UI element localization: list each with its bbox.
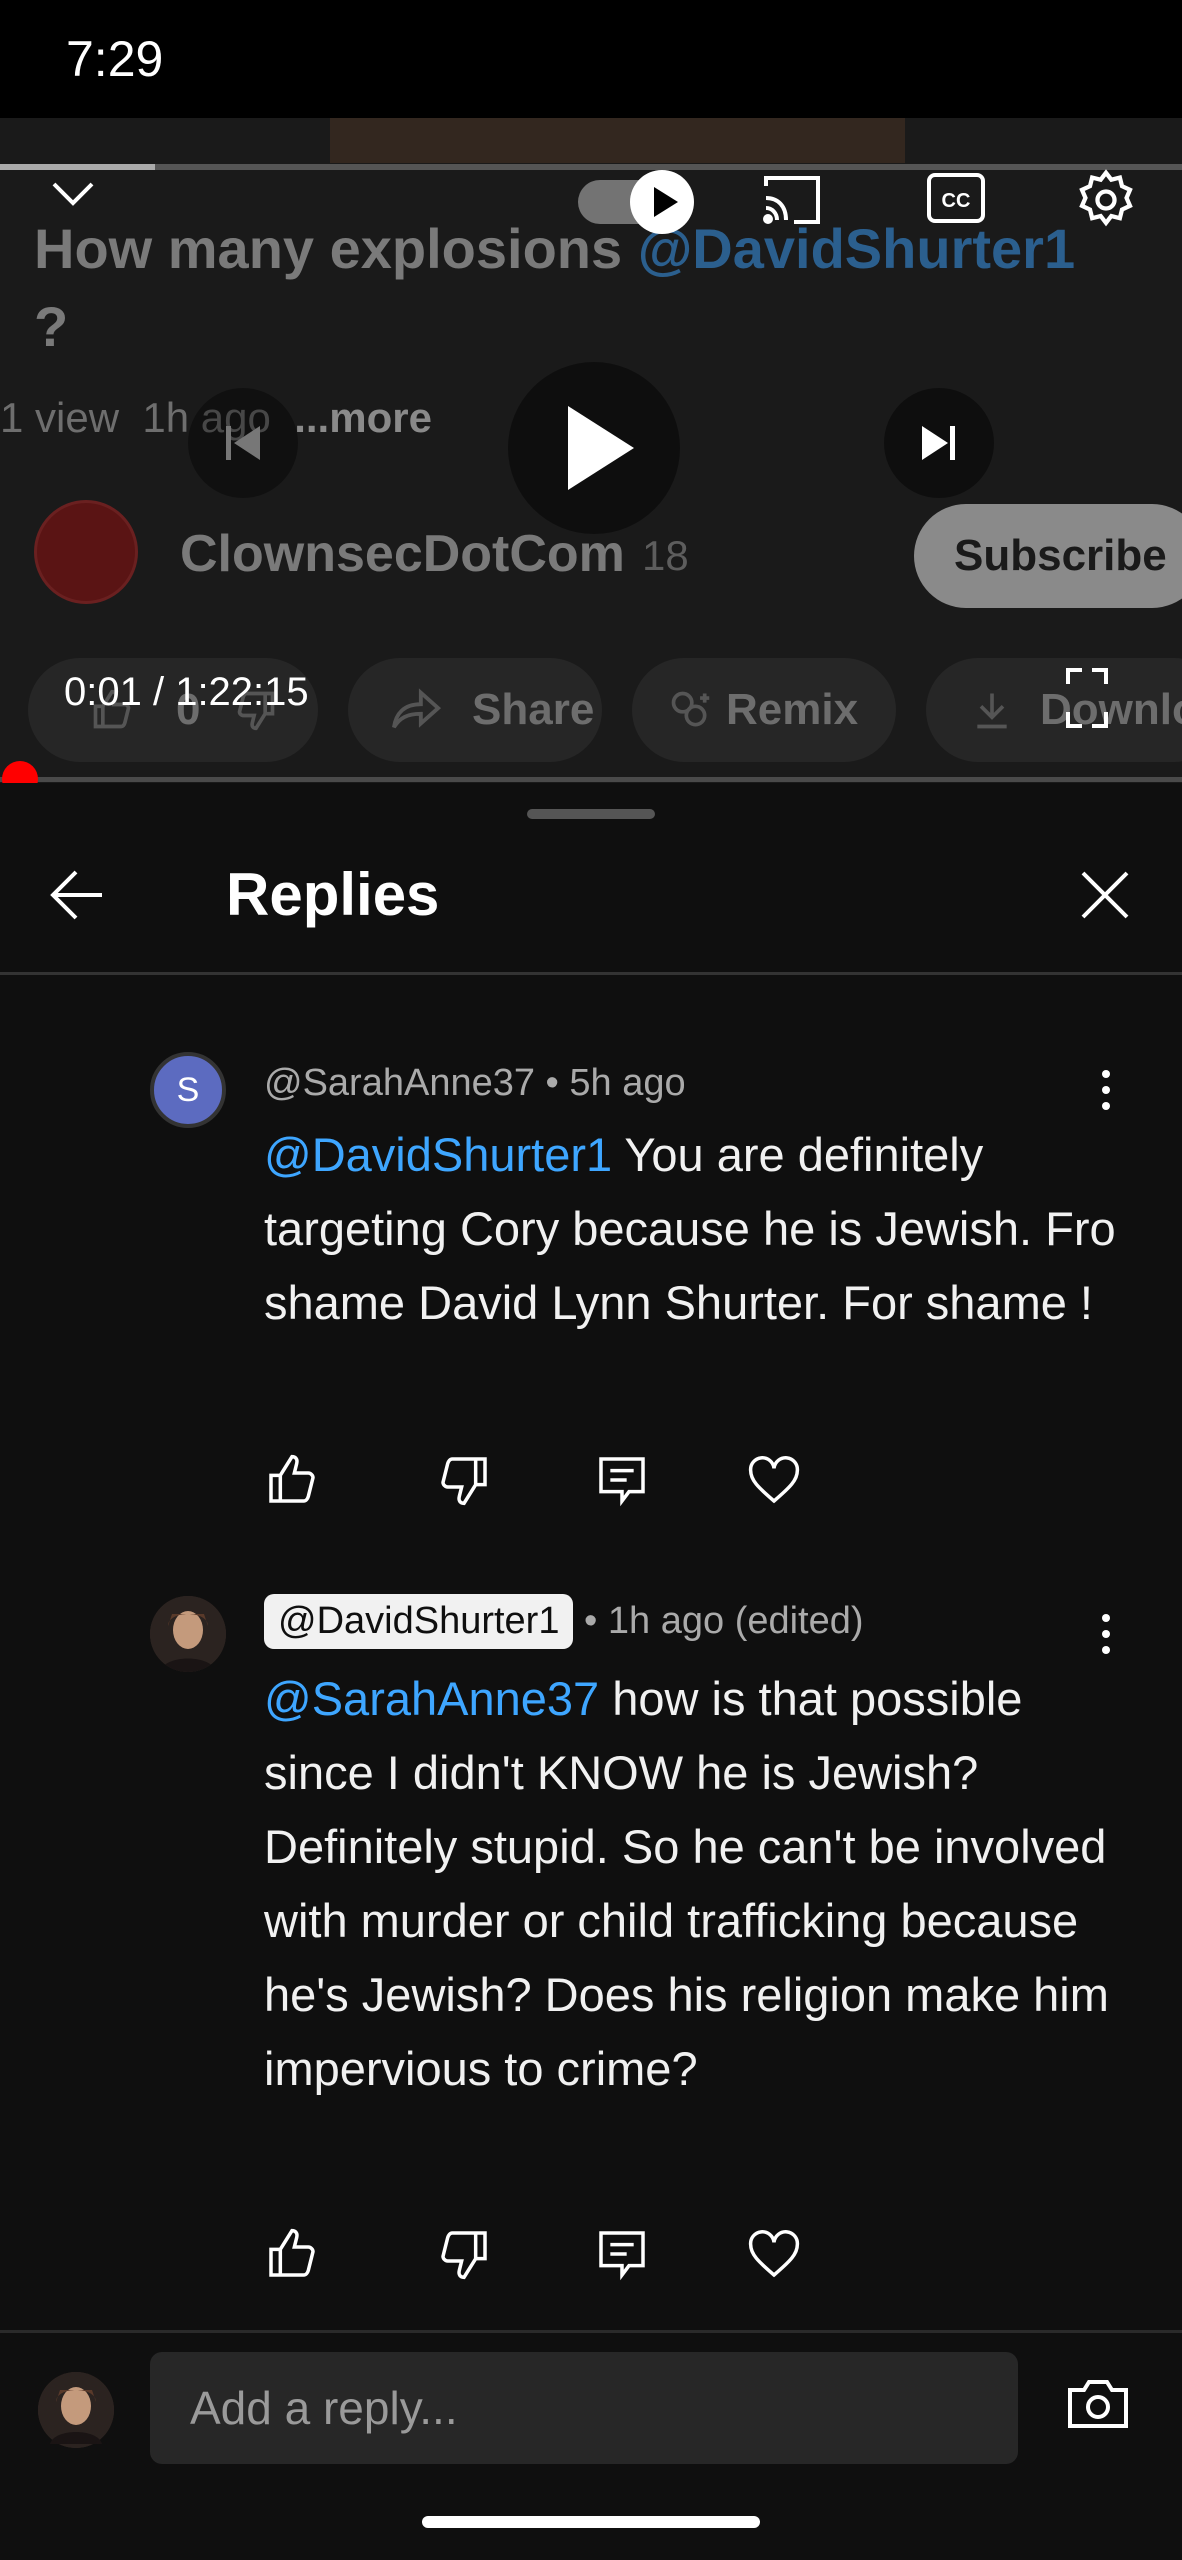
home-indicator[interactable]: [422, 2516, 760, 2528]
video-title-suffix: ?: [34, 295, 69, 358]
more-vert-icon[interactable]: [1098, 1068, 1114, 1112]
svg-text:CC: CC: [942, 190, 971, 212]
gear-icon[interactable]: [1074, 168, 1138, 232]
thumbs-down-icon[interactable]: [436, 2226, 492, 2282]
more-link[interactable]: ...more: [294, 394, 432, 441]
download-icon: [970, 688, 1014, 732]
share-label: Share: [472, 685, 595, 734]
buffer-bar-fill: [0, 164, 155, 170]
remix-icon: [668, 688, 712, 732]
cast-icon[interactable]: [758, 172, 824, 228]
video-title-text: How many explosions: [34, 217, 638, 280]
close-icon[interactable]: [1080, 870, 1130, 920]
fullscreen-icon[interactable]: [1066, 668, 1108, 728]
play-button[interactable]: [508, 362, 680, 534]
subscribe-button[interactable]: Subscribe: [914, 504, 1182, 608]
panel-title: Replies: [226, 861, 440, 928]
closed-captions-icon[interactable]: CC: [926, 172, 986, 224]
comment-author-line: @SarahAnne37 • 5h ago: [264, 1062, 686, 1105]
comment-meta: • 5h ago: [535, 1062, 686, 1104]
divider: [0, 2330, 1182, 2333]
thumbs-up-icon[interactable]: [264, 2226, 320, 2282]
comment-author[interactable]: @SarahAnne37: [264, 1062, 535, 1104]
status-time: 7:29: [66, 31, 164, 87]
avatar: [38, 2372, 114, 2448]
drag-handle[interactable]: [527, 809, 655, 819]
chevron-down-icon[interactable]: [50, 180, 96, 208]
play-icon: [630, 170, 694, 234]
remix-button[interactable]: Remix: [632, 658, 896, 762]
download-label: Downlo: [1040, 685, 1182, 734]
previous-button[interactable]: [188, 388, 298, 498]
download-button[interactable]: Downlo: [926, 658, 1182, 762]
video-frame: [330, 118, 905, 163]
status-bar: [0, 0, 1182, 118]
comment-text: @SarahAnne37 how is that possible since …: [264, 1662, 1124, 2106]
progress-bar[interactable]: [0, 777, 1182, 782]
divider: [0, 972, 1182, 975]
comment-body: how is that possible since I didn't KNOW…: [264, 1672, 1109, 2095]
back-arrow-icon[interactable]: [48, 866, 106, 924]
reply-icon[interactable]: [594, 1452, 650, 1508]
comment-meta: • 1h ago (edited): [573, 1600, 864, 1642]
reply-icon[interactable]: [594, 2226, 650, 2282]
thumbs-down-icon[interactable]: [436, 1452, 492, 1508]
channel-avatar[interactable]: [34, 500, 138, 604]
heart-icon[interactable]: [746, 2226, 802, 2282]
reply-input[interactable]: [150, 2352, 1018, 2464]
subscriber-count: 18: [642, 532, 689, 579]
share-icon: [392, 688, 442, 732]
avatar[interactable]: [150, 1596, 226, 1672]
remix-label: Remix: [726, 685, 859, 734]
camera-icon[interactable]: [1066, 2378, 1130, 2430]
avatar[interactable]: S: [150, 1052, 226, 1128]
buffer-bar: [0, 164, 1182, 170]
comment-mention[interactable]: @DavidShurter1: [264, 1128, 612, 1181]
comment-mention[interactable]: @SarahAnne37: [264, 1672, 599, 1725]
comment-author-line: @DavidShurter1 • 1h ago (edited): [264, 1594, 864, 1649]
time-display: 0:01 / 1:22:15: [64, 670, 309, 714]
view-count: 1 view: [0, 394, 120, 441]
share-button[interactable]: Share: [348, 658, 602, 762]
comment-author[interactable]: @DavidShurter1: [264, 1594, 574, 1649]
more-vert-icon[interactable]: [1098, 1612, 1114, 1656]
thumbs-up-icon[interactable]: [264, 1452, 320, 1508]
heart-icon[interactable]: [746, 1452, 802, 1508]
video-title: How many explosions @DavidShurter1 ?: [34, 210, 1174, 366]
next-button[interactable]: [884, 388, 994, 498]
comment-text: @DavidShurter1 You are definitely target…: [264, 1118, 1124, 1340]
video-title-mention: @DavidShurter1: [637, 217, 1076, 280]
